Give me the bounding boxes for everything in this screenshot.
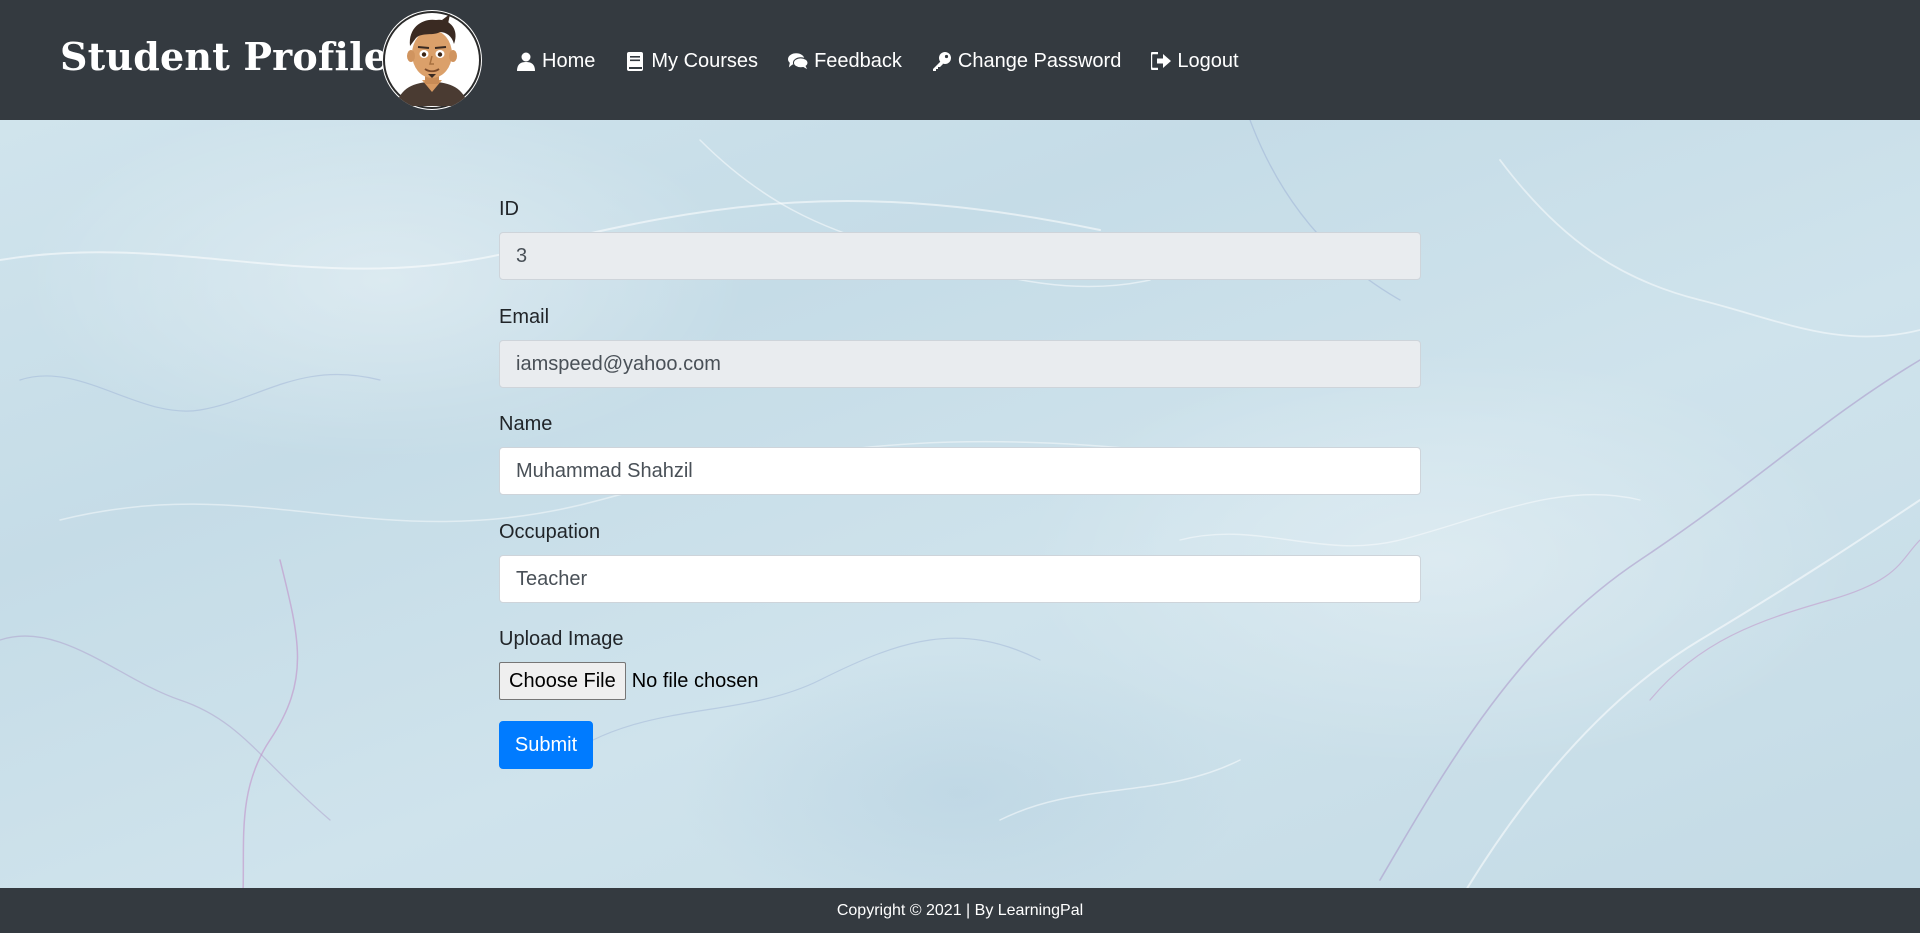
nav-feedback-label: Feedback [814,49,902,72]
file-input: Choose File No file chosen [499,662,758,700]
nav-logout-label: Logout [1177,49,1239,72]
id-label: ID [499,198,519,220]
copyright-text: Copyright © 2021 | By LearningPal [836,901,1084,919]
avatar [382,10,482,110]
name-group: Name [499,411,1421,495]
nav-my-courses[interactable]: My Courses [625,50,758,73]
id-field[interactable] [499,232,1421,280]
nav-home[interactable]: Home [516,50,595,73]
submit-button[interactable]: Submit [499,721,593,769]
user-icon [516,51,536,71]
footer: Copyright © 2021 | By LearningPal [0,888,1920,933]
key-icon [932,51,952,71]
name-field[interactable] [499,447,1421,495]
id-group: ID [499,196,1421,280]
nav-change-password-label: Change Password [957,49,1122,72]
occupation-label: Occupation [499,521,601,543]
page-title: Student Profile [60,34,389,79]
email-field[interactable] [499,340,1421,388]
name-label: Name [499,413,553,435]
top-navbar: Student Profile Home My Courses Feedback… [0,0,1920,120]
upload-image-label: Upload Image [499,628,624,650]
nav-change-password[interactable]: Change Password [932,50,1121,73]
nav-feedback[interactable]: Feedback [788,50,902,73]
occupation-field[interactable] [499,555,1421,603]
book-icon [625,51,645,71]
occupation-group: Occupation [499,519,1421,603]
nav-home-label: Home [542,49,596,72]
nav-my-courses-label: My Courses [651,49,759,72]
choose-file-button[interactable]: Choose File [499,662,626,700]
sign-out-icon [1151,51,1172,71]
email-label: Email [499,306,550,328]
nav-links: Home My Courses Feedback Change Password… [516,46,1269,76]
nav-logout[interactable]: Logout [1151,49,1239,73]
upload-group: Upload Image Choose File No file chosen [499,626,758,700]
comments-icon [788,51,809,71]
file-status-text: No file chosen [631,669,759,692]
email-group: Email [499,304,1421,388]
